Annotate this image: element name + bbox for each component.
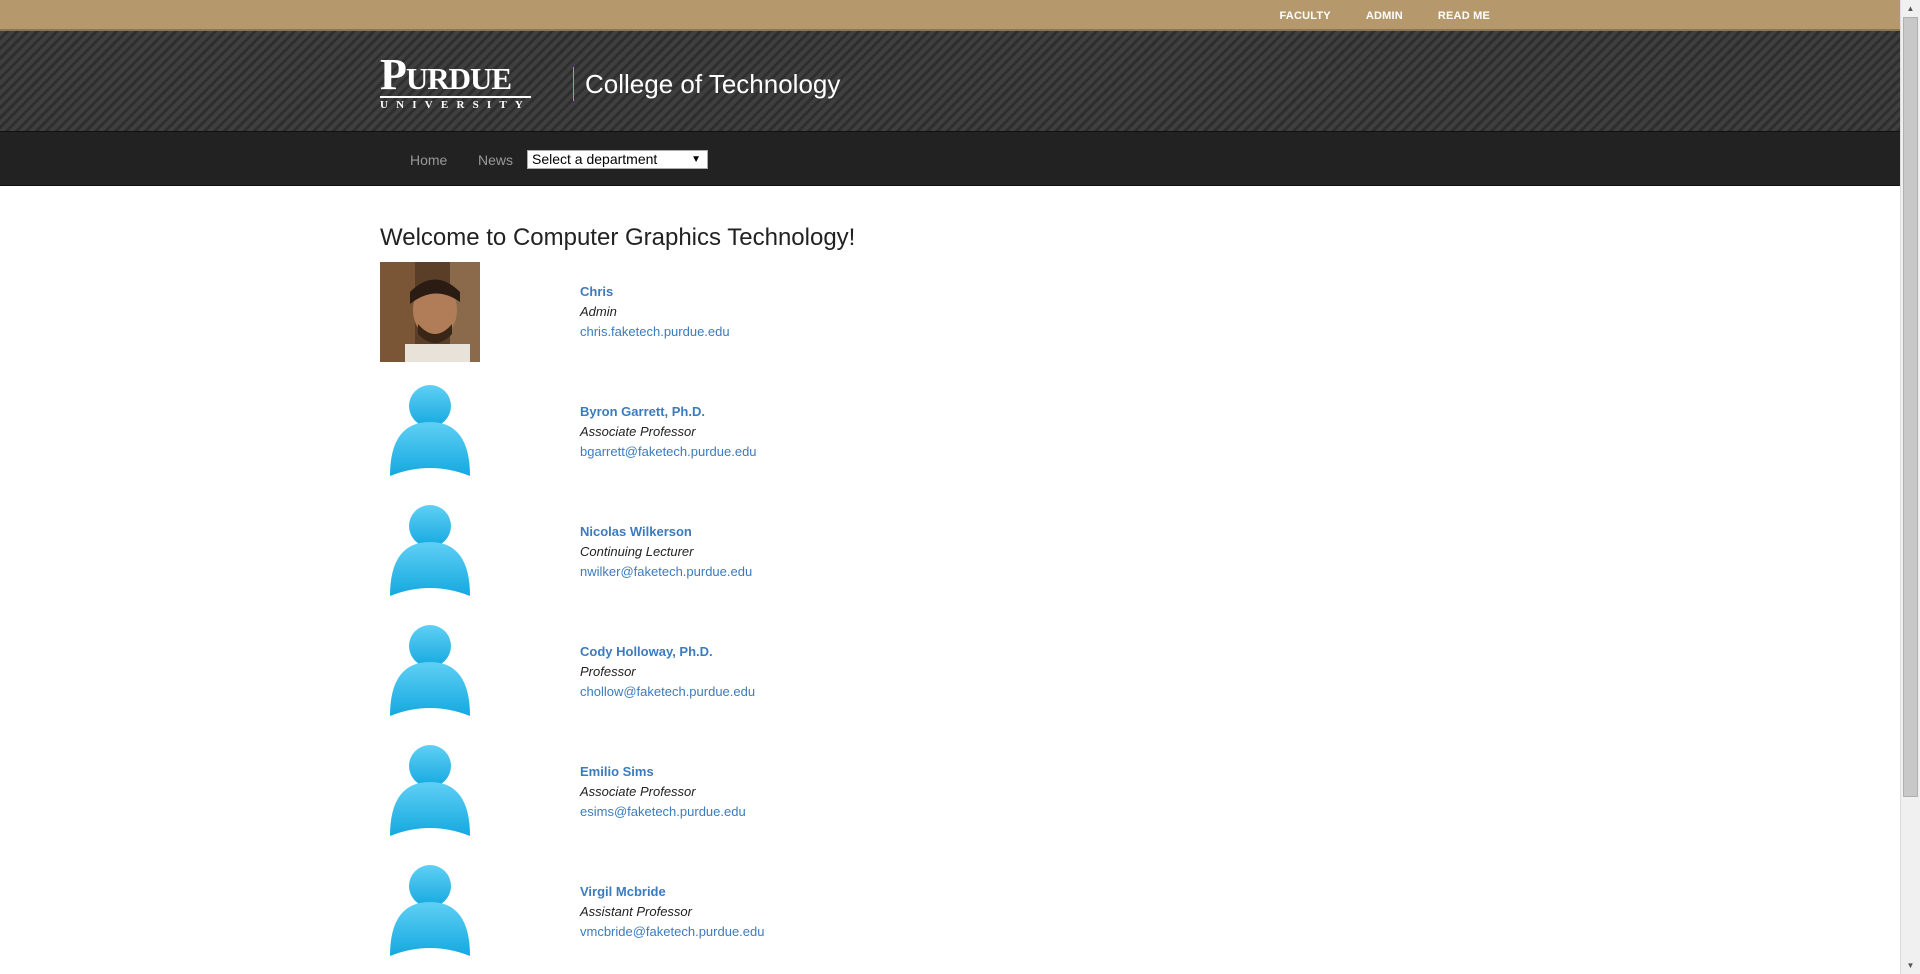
faculty-name[interactable]: Cody Holloway, Ph.D.: [580, 642, 755, 662]
faculty-role: Professor: [580, 664, 636, 679]
faculty-entry: Virgil Mcbride Assistant Professor vmcbr…: [380, 862, 1180, 974]
nav-home[interactable]: Home: [410, 152, 447, 168]
faculty-entry: Nicolas Wilkerson Continuing Lecturer nw…: [380, 502, 1180, 622]
profile-photo[interactable]: [380, 262, 480, 362]
faculty-role: Admin: [580, 304, 617, 319]
faculty-email[interactable]: bgarrett@faketech.purdue.edu: [580, 442, 757, 462]
main-nav: Home News Select a department ▼: [0, 132, 1900, 186]
scroll-thumb[interactable]: [1903, 17, 1918, 797]
faculty-entry: Emilio Sims Associate Professor esims@fa…: [380, 742, 1180, 862]
page-title: Welcome to Computer Graphics Technology!: [380, 224, 856, 251]
faculty-name[interactable]: Nicolas Wilkerson: [580, 522, 752, 542]
faculty-email[interactable]: nwilker@faketech.purdue.edu: [580, 562, 752, 582]
logo-subtitle: UNIVERSITY: [380, 99, 532, 111]
faculty-role: Associate Professor: [580, 784, 696, 799]
default-avatar-icon[interactable]: [380, 502, 480, 602]
faculty-role: Continuing Lecturer: [580, 544, 694, 559]
college-title: College of Technology: [585, 69, 841, 99]
faculty-role: Associate Professor: [580, 424, 696, 439]
faculty-entry: Cody Holloway, Ph.D. Professor chollow@f…: [380, 622, 1180, 742]
faculty-name[interactable]: Emilio Sims: [580, 762, 746, 782]
avatar-graphic: [390, 385, 470, 476]
utility-links: FACULTY ADMIN READ ME: [1245, 0, 1491, 31]
utility-bar: FACULTY ADMIN READ ME: [0, 0, 1900, 31]
faculty-name[interactable]: Chris: [580, 282, 730, 302]
avatar-graphic: [390, 625, 470, 716]
faculty-entry: Chris Admin chris.faketech.purdue.edu: [380, 262, 1180, 382]
faculty-role: Assistant Professor: [580, 904, 692, 919]
nav-news[interactable]: News: [478, 152, 513, 168]
faculty-info: Virgil Mcbride Assistant Professor vmcbr…: [580, 882, 764, 942]
faculty-name[interactable]: Byron Garrett, Ph.D.: [580, 402, 757, 422]
vertical-scrollbar[interactable]: ▲ ▼: [1900, 0, 1920, 974]
read-me-link[interactable]: READ ME: [1438, 10, 1490, 22]
department-select[interactable]: Select a department ▼: [527, 150, 708, 169]
faculty-name[interactable]: Virgil Mcbride: [580, 882, 764, 902]
dropdown-arrow-icon: ▼: [691, 154, 701, 165]
faculty-info: Byron Garrett, Ph.D. Associate Professor…: [580, 402, 757, 462]
faculty-info: Cody Holloway, Ph.D. Professor chollow@f…: [580, 642, 755, 702]
scroll-up-icon[interactable]: ▲: [1901, 0, 1920, 17]
scroll-down-icon[interactable]: ▼: [1901, 957, 1920, 974]
faculty-info: Nicolas Wilkerson Continuing Lecturer nw…: [580, 522, 752, 582]
purdue-logo[interactable]: Purdue UNIVERSITY: [380, 53, 532, 112]
avatar-graphic: [390, 505, 470, 596]
header-divider: [573, 67, 574, 101]
avatar-graphic: [390, 745, 470, 836]
site-header: Purdue UNIVERSITY College of Technology: [0, 31, 1900, 132]
page: FACULTY ADMIN READ ME Purdue UNIVERSITY …: [0, 0, 1900, 974]
faculty-email[interactable]: chris.faketech.purdue.edu: [580, 322, 730, 342]
faculty-info: Chris Admin chris.faketech.purdue.edu: [580, 282, 730, 342]
profile-photo-image: [380, 262, 480, 362]
avatar-graphic: [390, 865, 470, 956]
default-avatar-icon[interactable]: [380, 622, 480, 722]
default-avatar-icon[interactable]: [380, 862, 480, 962]
admin-link[interactable]: ADMIN: [1366, 10, 1403, 22]
faculty-entry: Byron Garrett, Ph.D. Associate Professor…: [380, 382, 1180, 502]
default-avatar-icon[interactable]: [380, 742, 480, 842]
faculty-email[interactable]: vmcbride@faketech.purdue.edu: [580, 922, 764, 942]
default-avatar-icon[interactable]: [380, 382, 480, 482]
logo-wordmark: Purdue: [380, 53, 532, 98]
faculty-email[interactable]: esims@faketech.purdue.edu: [580, 802, 746, 822]
faculty-email[interactable]: chollow@faketech.purdue.edu: [580, 682, 755, 702]
faculty-info: Emilio Sims Associate Professor esims@fa…: [580, 762, 746, 822]
department-select-value: Select a department: [532, 151, 658, 167]
faculty-link[interactable]: FACULTY: [1280, 10, 1331, 22]
faculty-list: Chris Admin chris.faketech.purdue.edu By…: [380, 262, 1180, 974]
